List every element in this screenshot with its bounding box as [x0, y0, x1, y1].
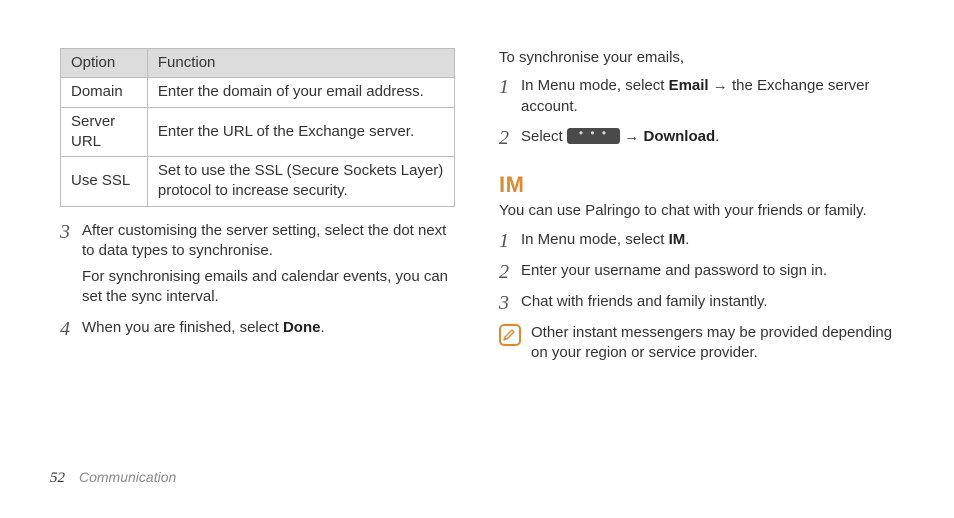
step-body: In Menu mode, select Email → the Exchang… — [521, 76, 894, 117]
step-number: 3 — [60, 221, 82, 242]
text-fragment: In Menu mode, select — [521, 77, 669, 94]
step-text: Enter your username and password to sign… — [521, 261, 894, 281]
step-number: 3 — [499, 292, 521, 313]
options-table: Option Function Domain Enter the domain … — [60, 48, 455, 207]
step-body: After customising the server setting, se… — [82, 221, 455, 308]
step-text: After customising the server setting, se… — [82, 221, 455, 262]
cell-option: Server URL — [61, 107, 148, 157]
bold-im: IM — [669, 231, 686, 248]
header-option: Option — [61, 49, 148, 78]
text-fragment: . — [715, 128, 719, 145]
step-body: When you are finished, select Done. — [82, 318, 455, 338]
note-icon — [499, 324, 521, 346]
im-step-2: 2 Enter your username and password to si… — [499, 261, 894, 282]
note-text: Other instant messengers may be provided… — [531, 323, 894, 364]
more-options-key-icon: • • • — [567, 128, 620, 144]
im-intro: You can use Palringo to chat with your f… — [499, 201, 894, 221]
sync-step-1: 1 In Menu mode, select Email → the Excha… — [499, 76, 894, 117]
step-number: 4 — [60, 318, 82, 339]
arrow-text: → — [620, 128, 643, 145]
intro-text: To synchronise your emails, — [499, 48, 894, 68]
header-function: Function — [147, 49, 454, 78]
step-4: 4 When you are finished, select Done. — [60, 318, 455, 339]
im-step-3: 3 Chat with friends and family instantly… — [499, 292, 894, 313]
text-fragment: In Menu mode, select — [521, 231, 669, 248]
table-row: Domain Enter the domain of your email ad… — [61, 78, 455, 107]
right-column: To synchronise your emails, 1 In Menu mo… — [499, 48, 894, 363]
text-fragment: Select — [521, 128, 567, 145]
step-text: When you are finished, select Done. — [82, 318, 455, 338]
left-column: Option Function Domain Enter the domain … — [60, 48, 455, 363]
manual-page: Option Function Domain Enter the domain … — [0, 0, 954, 518]
im-step-1: 1 In Menu mode, select IM. — [499, 230, 894, 251]
im-heading: IM — [499, 170, 894, 200]
table-row: Server URL Enter the URL of the Exchange… — [61, 107, 455, 157]
step-body: In Menu mode, select IM. — [521, 230, 894, 250]
pencil-icon — [502, 327, 518, 343]
cell-function: Enter the domain of your email address. — [147, 78, 454, 107]
step-body: Enter your username and password to sign… — [521, 261, 894, 281]
section-label: Communication — [79, 468, 176, 487]
text-fragment: . — [320, 319, 324, 336]
cell-option: Domain — [61, 78, 148, 107]
note-box: Other instant messengers may be provided… — [499, 323, 894, 364]
table-header-row: Option Function — [61, 49, 455, 78]
text-fragment: . — [685, 231, 689, 248]
step-3: 3 After customising the server setting, … — [60, 221, 455, 308]
bold-email: Email — [669, 77, 709, 94]
step-text: In Menu mode, select Email → the Exchang… — [521, 76, 894, 117]
bold-download: Download — [643, 128, 715, 145]
step-number: 2 — [499, 127, 521, 148]
step-text: Chat with friends and family instantly. — [521, 292, 894, 312]
cell-option: Use SSL — [61, 157, 148, 207]
cell-function: Set to use the SSL (Secure Sockets Layer… — [147, 157, 454, 207]
step-text: Select • • • → Download. — [521, 127, 894, 147]
step-text: For synchronising emails and calendar ev… — [82, 267, 455, 308]
page-number: 52 — [46, 468, 69, 488]
step-number: 1 — [499, 230, 521, 251]
step-text: In Menu mode, select IM. — [521, 230, 894, 250]
cell-function: Enter the URL of the Exchange server. — [147, 107, 454, 157]
step-body: Chat with friends and family instantly. — [521, 292, 894, 312]
two-column-layout: Option Function Domain Enter the domain … — [60, 48, 894, 363]
step-body: Select • • • → Download. — [521, 127, 894, 147]
table-row: Use SSL Set to use the SSL (Secure Socke… — [61, 157, 455, 207]
step-number: 1 — [499, 76, 521, 97]
bold-done: Done — [283, 319, 321, 336]
sync-step-2: 2 Select • • • → Download. — [499, 127, 894, 148]
page-footer: 52 Communication — [46, 468, 176, 488]
text-fragment: When you are finished, select — [82, 319, 283, 336]
step-number: 2 — [499, 261, 521, 282]
